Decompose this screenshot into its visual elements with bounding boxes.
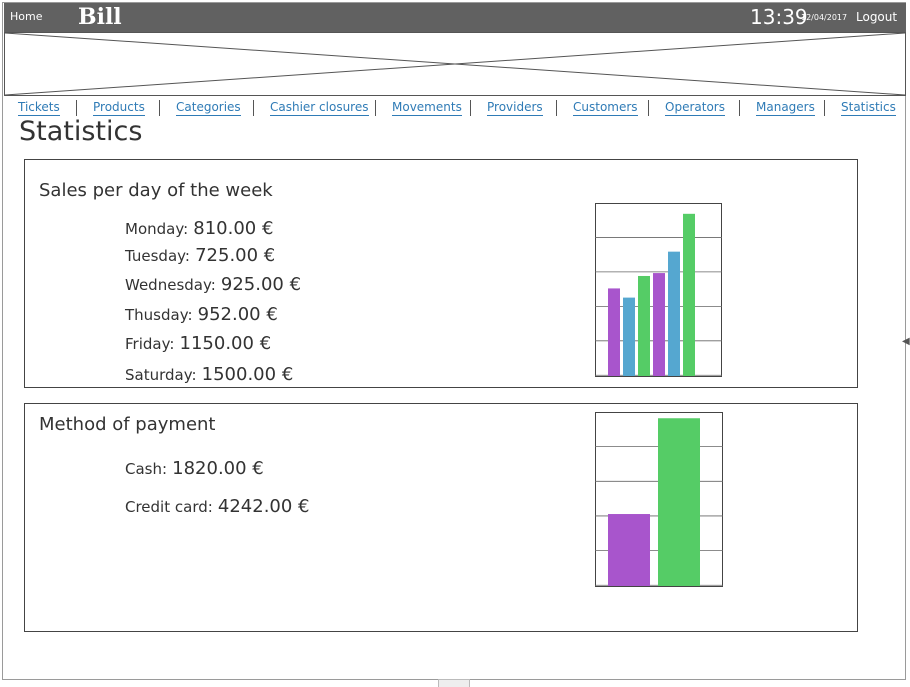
nav-separator: [556, 100, 557, 116]
nav-item-operators[interactable]: Operators: [665, 100, 725, 116]
nav-separator: [76, 100, 77, 116]
chart-bar-saturday: [683, 213, 695, 376]
image-placeholder-icon: [5, 33, 905, 95]
stat-label: Monday:: [125, 220, 189, 238]
nav-separator: [253, 100, 254, 116]
stat-saturday: Saturday: 1500.00 €: [125, 364, 293, 385]
chart-bar-cash: [608, 514, 650, 586]
stat-value: 810.00 €: [193, 218, 274, 239]
chart-bar-credit-card: [658, 418, 700, 586]
top-bar: Home Bill 13:39 12/04/2017 Logout: [4, 3, 906, 32]
stat-value: 1150.00 €: [179, 333, 272, 354]
stat-thursday: Thusday: 952.00 €: [125, 304, 278, 325]
stat-wednesday: Wednesday: 925.00 €: [125, 274, 301, 295]
nav-item-categories[interactable]: Categories: [176, 100, 241, 116]
nav-separator: [824, 100, 825, 116]
home-link[interactable]: Home: [10, 10, 42, 23]
nav-item-managers[interactable]: Managers: [756, 100, 815, 116]
stat-label: Tuesday:: [125, 247, 190, 265]
chart-bar-monday: [608, 288, 620, 376]
stat-value: 725.00 €: [195, 245, 276, 266]
clock-time: 13:39: [750, 5, 808, 29]
stat-label: Cash:: [125, 460, 168, 478]
stat-label: Wednesday:: [125, 276, 216, 294]
nav-item-cashier-closures[interactable]: Cashier closures: [270, 100, 369, 116]
stat-label: Friday:: [125, 335, 175, 353]
page-title: Statistics: [19, 116, 143, 147]
nav-separator: [739, 100, 740, 116]
stat-value: 952.00 €: [197, 304, 278, 325]
panel-title: Sales per day of the week: [39, 180, 273, 201]
chevron-left-icon[interactable]: ◀: [902, 336, 910, 347]
stat-friday: Friday: 1150.00 €: [125, 333, 271, 354]
stat-value: 1500.00 €: [201, 364, 294, 385]
stat-label: Credit card:: [125, 498, 213, 516]
stat-label: Saturday:: [125, 366, 197, 384]
stat-value: 1820.00 €: [172, 458, 264, 479]
stat-monday: Monday: 810.00 €: [125, 218, 273, 239]
nav-item-providers[interactable]: Providers: [487, 100, 543, 116]
sales-bar-chart: [595, 203, 722, 377]
logout-link[interactable]: Logout: [856, 10, 897, 24]
stat-cash: Cash: 1820.00 €: [125, 458, 264, 479]
chart-bar-friday: [668, 251, 680, 376]
chart-bar-wednesday: [638, 275, 650, 376]
stat-label: Thusday:: [125, 306, 193, 324]
nav-item-tickets[interactable]: Tickets: [18, 100, 60, 116]
stat-credit-card: Credit card: 4242.00 €: [125, 496, 310, 517]
nav-item-customers[interactable]: Customers: [573, 100, 638, 116]
stat-tuesday: Tuesday: 725.00 €: [125, 245, 275, 266]
current-date: 12/04/2017: [801, 13, 848, 22]
panel-title: Method of payment: [39, 414, 216, 435]
nav-item-movements[interactable]: Movements: [392, 100, 462, 116]
banner-image-placeholder: [4, 32, 906, 96]
app-title: Bill: [78, 4, 122, 30]
nav-separator: [375, 100, 376, 116]
nav-separator: [470, 100, 471, 116]
payment-bar-chart: [595, 412, 723, 587]
chart-bar-tuesday: [623, 297, 635, 376]
nav-item-products[interactable]: Products: [93, 100, 145, 116]
chart-bar-thusday: [653, 273, 665, 376]
main-navigation: Tickets Products Categories Cashier clos…: [18, 100, 900, 120]
sales-per-day-panel: Sales per day of the week Monday: 810.00…: [24, 159, 858, 388]
stat-value: 4242.00 €: [217, 496, 310, 517]
nav-separator: [648, 100, 649, 116]
stat-value: 925.00 €: [220, 274, 302, 295]
nav-item-statistics[interactable]: Statistics: [841, 100, 896, 116]
nav-separator: [159, 100, 160, 116]
payment-method-panel: Method of payment Cash: 1820.00 € Credit…: [24, 403, 858, 632]
